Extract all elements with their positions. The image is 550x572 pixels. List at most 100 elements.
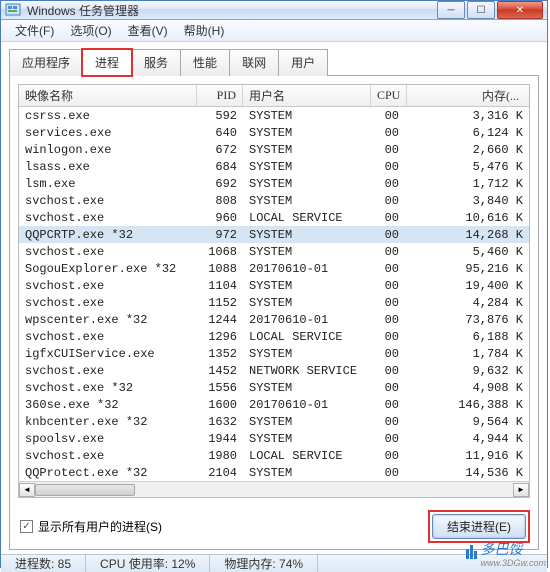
- cell-cpu: 00: [371, 398, 405, 412]
- cell-pid: 1944: [197, 432, 243, 446]
- cell-pid: 1980: [197, 449, 243, 463]
- cell-mem: 9,564 K: [405, 415, 529, 429]
- col-header-user[interactable]: 用户名: [243, 85, 371, 106]
- cell-cpu: 00: [371, 160, 405, 174]
- tab-networking[interactable]: 联网: [229, 49, 279, 76]
- scroll-right-button[interactable]: ►: [513, 483, 529, 497]
- cell-cpu: 00: [371, 143, 405, 157]
- cell-user: SYSTEM: [243, 194, 371, 208]
- cell-cpu: 00: [371, 313, 405, 327]
- statusbar: 进程数: 85 CPU 使用率: 12% 物理内存: 74%: [1, 554, 547, 572]
- cell-user: SYSTEM: [243, 432, 371, 446]
- table-row[interactable]: lsm.exe692SYSTEM001,712 K: [19, 175, 529, 192]
- tab-users[interactable]: 用户: [278, 49, 328, 76]
- cell-name: QQPCRTP.exe *32: [19, 228, 197, 242]
- cell-mem: 73,876 K: [405, 313, 529, 327]
- cell-cpu: 00: [371, 449, 405, 463]
- tab-services[interactable]: 服务: [131, 49, 181, 76]
- horizontal-scrollbar[interactable]: ◄ ►: [19, 481, 529, 497]
- show-all-users-checkbox[interactable]: ✓: [20, 520, 33, 533]
- table-row[interactable]: svchost.exe1104SYSTEM0019,400 K: [19, 277, 529, 294]
- show-all-users-label[interactable]: 显示所有用户的进程(S): [38, 518, 162, 535]
- cell-mem: 95,216 K: [405, 262, 529, 276]
- cell-name: svchost.exe: [19, 449, 197, 463]
- cell-pid: 1556: [197, 381, 243, 395]
- cell-cpu: 00: [371, 109, 405, 123]
- scroll-left-button[interactable]: ◄: [19, 483, 35, 497]
- minimize-button[interactable]: ─: [437, 1, 465, 19]
- table-row[interactable]: svchost.exe *321556SYSTEM004,908 K: [19, 379, 529, 396]
- cell-pid: 2104: [197, 466, 243, 480]
- table-row[interactable]: QQProtect.exe *322104SYSTEM0014,536 K: [19, 464, 529, 481]
- scroll-track[interactable]: [35, 483, 513, 497]
- cell-mem: 5,476 K: [405, 160, 529, 174]
- cell-pid: 1152: [197, 296, 243, 310]
- pane-footer: ✓ 显示所有用户的进程(S) 结束进程(E): [10, 506, 538, 549]
- menu-options[interactable]: 选项(O): [62, 20, 119, 41]
- cell-cpu: 00: [371, 381, 405, 395]
- menu-file[interactable]: 文件(F): [7, 20, 62, 41]
- cell-user: 20170610-01: [243, 262, 371, 276]
- cell-user: SYSTEM: [243, 143, 371, 157]
- table-row[interactable]: lsass.exe684SYSTEM005,476 K: [19, 158, 529, 175]
- col-header-mem[interactable]: 内存(...: [407, 85, 529, 106]
- tab-processes[interactable]: 进程: [82, 49, 132, 76]
- tab-applications[interactable]: 应用程序: [9, 49, 83, 76]
- cell-cpu: 00: [371, 279, 405, 293]
- table-row[interactable]: svchost.exe1980LOCAL SERVICE0011,916 K: [19, 447, 529, 464]
- table-row[interactable]: services.exe640SYSTEM006,124 K: [19, 124, 529, 141]
- cell-cpu: 00: [371, 466, 405, 480]
- table-row[interactable]: svchost.exe1068SYSTEM005,460 K: [19, 243, 529, 260]
- col-header-name[interactable]: 映像名称: [19, 85, 197, 106]
- cell-pid: 1068: [197, 245, 243, 259]
- titlebar[interactable]: Windows 任务管理器 ─ ☐ ✕: [1, 1, 547, 20]
- cell-cpu: 00: [371, 364, 405, 378]
- cell-name: services.exe: [19, 126, 197, 140]
- cell-mem: 4,284 K: [405, 296, 529, 310]
- table-row[interactable]: winlogon.exe672SYSTEM002,660 K: [19, 141, 529, 158]
- menu-help[interactable]: 帮助(H): [176, 20, 233, 41]
- cell-mem: 5,460 K: [405, 245, 529, 259]
- close-button[interactable]: ✕: [497, 1, 543, 19]
- menu-view[interactable]: 查看(V): [120, 20, 176, 41]
- cell-user: SYSTEM: [243, 381, 371, 395]
- maximize-button[interactable]: ☐: [467, 1, 495, 19]
- cell-user: SYSTEM: [243, 126, 371, 140]
- tab-performance[interactable]: 性能: [180, 49, 230, 76]
- cell-user: SYSTEM: [243, 109, 371, 123]
- table-row[interactable]: svchost.exe1152SYSTEM004,284 K: [19, 294, 529, 311]
- table-row[interactable]: igfxCUIService.exe1352SYSTEM001,784 K: [19, 345, 529, 362]
- scroll-thumb[interactable]: [35, 484, 135, 496]
- table-row[interactable]: svchost.exe1452NETWORK SERVICE009,632 K: [19, 362, 529, 379]
- table-row[interactable]: knbcenter.exe *321632SYSTEM009,564 K: [19, 413, 529, 430]
- cell-name: csrss.exe: [19, 109, 197, 123]
- cell-user: SYSTEM: [243, 415, 371, 429]
- table-row[interactable]: QQPCRTP.exe *32972SYSTEM0014,268 K: [19, 226, 529, 243]
- cell-mem: 4,944 K: [405, 432, 529, 446]
- cell-user: LOCAL SERVICE: [243, 449, 371, 463]
- cell-pid: 960: [197, 211, 243, 225]
- column-headers: 映像名称 PID 用户名 CPU 内存(...: [19, 85, 529, 107]
- cell-mem: 3,316 K: [405, 109, 529, 123]
- table-row[interactable]: svchost.exe808SYSTEM003,840 K: [19, 192, 529, 209]
- process-list: 映像名称 PID 用户名 CPU 内存(... csrss.exe592SYST…: [18, 84, 530, 498]
- end-process-button[interactable]: 结束进程(E): [432, 514, 526, 539]
- process-rows[interactable]: csrss.exe592SYSTEM003,316 Kservices.exe6…: [19, 107, 529, 481]
- cell-name: svchost.exe: [19, 194, 197, 208]
- cell-name: wpscenter.exe *32: [19, 313, 197, 327]
- table-row[interactable]: csrss.exe592SYSTEM003,316 K: [19, 107, 529, 124]
- table-row[interactable]: svchost.exe960LOCAL SERVICE0010,616 K: [19, 209, 529, 226]
- cell-pid: 640: [197, 126, 243, 140]
- table-row[interactable]: 360se.exe *32160020170610-0100146,388 K: [19, 396, 529, 413]
- cell-name: lsass.exe: [19, 160, 197, 174]
- table-row[interactable]: spoolsv.exe1944SYSTEM004,944 K: [19, 430, 529, 447]
- table-row[interactable]: wpscenter.exe *32124420170610-010073,876…: [19, 311, 529, 328]
- table-row[interactable]: SogouExplorer.exe *32108820170610-010095…: [19, 260, 529, 277]
- cell-name: svchost.exe: [19, 364, 197, 378]
- col-header-cpu[interactable]: CPU: [371, 85, 407, 106]
- cell-pid: 1352: [197, 347, 243, 361]
- cell-cpu: 00: [371, 228, 405, 242]
- table-row[interactable]: svchost.exe1296LOCAL SERVICE006,188 K: [19, 328, 529, 345]
- cell-cpu: 00: [371, 262, 405, 276]
- col-header-pid[interactable]: PID: [197, 85, 243, 106]
